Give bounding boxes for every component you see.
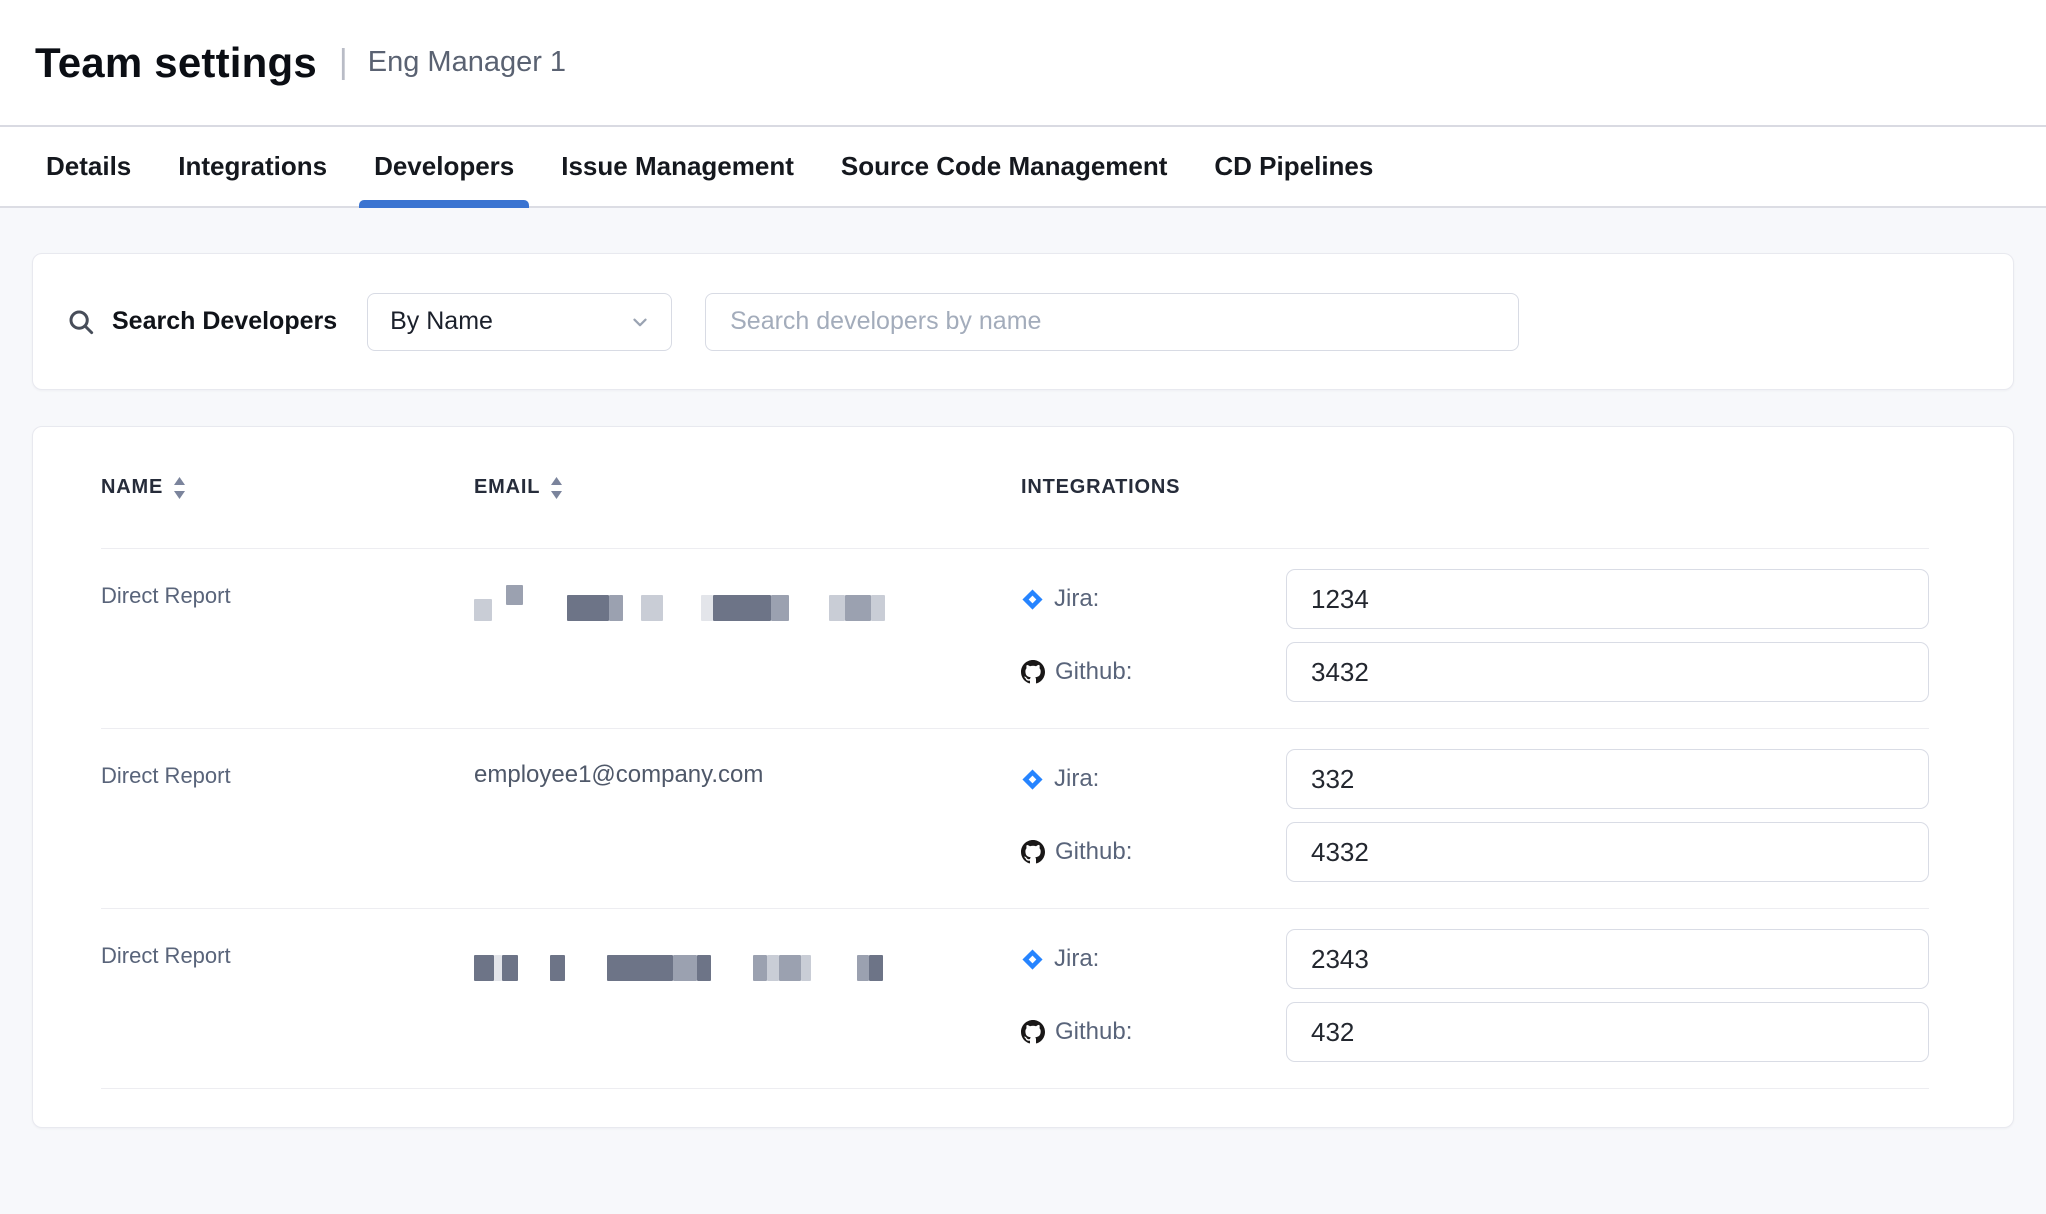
- tab-cd-pipelines[interactable]: CD Pipelines: [1199, 127, 1388, 206]
- column-header-name[interactable]: NAME: [101, 476, 474, 500]
- github-icon: [1021, 660, 1045, 684]
- github-icon: [1021, 1020, 1045, 1044]
- search-icon: [66, 307, 96, 337]
- search-developers-card: Search Developers By Name: [32, 253, 2014, 390]
- chevron-down-icon: [629, 311, 651, 333]
- github-id-input[interactable]: [1286, 1002, 1929, 1062]
- tab-developers[interactable]: Developers: [359, 127, 529, 206]
- jira-field-row: Jira:: [1021, 569, 1929, 629]
- column-header-integrations: INTEGRATIONS: [1021, 476, 1929, 499]
- tab-source-code-management-label: Source Code Management: [841, 151, 1168, 182]
- jira-icon: [1021, 948, 1044, 971]
- developer-email-redacted: [474, 909, 1021, 1088]
- table-row: Direct Report: [101, 909, 1929, 1089]
- integrations-cell: Jira: Github:: [1021, 909, 1929, 1088]
- column-header-email[interactable]: EMAIL: [474, 476, 1021, 500]
- github-id-input[interactable]: [1286, 642, 1929, 702]
- sort-icon[interactable]: [173, 476, 186, 500]
- page-title: Team settings: [35, 39, 317, 87]
- search-filter-selected-value: By Name: [390, 307, 493, 336]
- team-name-subtitle: Eng Manager 1: [368, 46, 566, 79]
- jira-id-input[interactable]: [1286, 929, 1929, 989]
- jira-label-group: Jira:: [1021, 945, 1286, 973]
- tab-cd-pipelines-label: CD Pipelines: [1214, 151, 1373, 182]
- tab-details-label: Details: [46, 151, 131, 182]
- developer-email-redacted: [474, 549, 1021, 728]
- table-header-row: NAME EMAIL: [101, 427, 1929, 549]
- jira-label-group: Jira:: [1021, 765, 1286, 793]
- tab-bar: Details Integrations Developers Issue Ma…: [0, 127, 2046, 208]
- jira-label: Jira:: [1054, 585, 1099, 613]
- developer-name: Direct Report: [101, 909, 474, 1088]
- developer-email: employee1@company.com: [474, 729, 1021, 908]
- github-field-row: Github:: [1021, 822, 1929, 882]
- redacted-email-pixelation: [474, 581, 1021, 621]
- jira-label-group: Jira:: [1021, 585, 1286, 613]
- tab-issue-management[interactable]: Issue Management: [546, 127, 809, 206]
- github-field-row: Github:: [1021, 1002, 1929, 1062]
- column-header-email-label: EMAIL: [474, 476, 540, 499]
- tab-issue-management-label: Issue Management: [561, 151, 794, 182]
- jira-field-row: Jira:: [1021, 749, 1929, 809]
- title-divider: |: [339, 43, 348, 82]
- search-developers-label: Search Developers: [112, 307, 337, 336]
- developers-table-card: NAME EMAIL: [32, 426, 2014, 1128]
- integrations-cell: Jira: Github:: [1021, 549, 1929, 728]
- tab-active-underline: [359, 200, 529, 208]
- table-row: Direct Report: [101, 549, 1929, 729]
- column-header-name-label: NAME: [101, 476, 163, 499]
- integrations-cell: Jira: Github:: [1021, 729, 1929, 908]
- team-settings-page: Team settings | Eng Manager 1 Details In…: [0, 0, 2046, 1214]
- tab-source-code-management[interactable]: Source Code Management: [826, 127, 1183, 206]
- github-label: Github:: [1055, 1018, 1132, 1046]
- search-filter-dropdown[interactable]: By Name: [367, 293, 672, 351]
- table-row: Direct Report employee1@company.com Jira…: [101, 729, 1929, 909]
- tab-integrations[interactable]: Integrations: [163, 127, 342, 206]
- github-label-group: Github:: [1021, 1018, 1286, 1046]
- github-field-row: Github:: [1021, 642, 1929, 702]
- sort-icon[interactable]: [550, 476, 563, 500]
- column-header-integrations-label: INTEGRATIONS: [1021, 476, 1180, 499]
- tab-developers-label: Developers: [374, 151, 514, 182]
- redacted-email-pixelation: [474, 941, 1021, 981]
- github-icon: [1021, 840, 1045, 864]
- page-header: Team settings | Eng Manager 1: [0, 0, 2046, 127]
- developer-name: Direct Report: [101, 549, 474, 728]
- developer-name: Direct Report: [101, 729, 474, 908]
- content-area: Search Developers By Name NAME: [0, 253, 2046, 1128]
- jira-icon: [1021, 588, 1044, 611]
- github-label: Github:: [1055, 658, 1132, 686]
- jira-id-input[interactable]: [1286, 569, 1929, 629]
- tab-integrations-label: Integrations: [178, 151, 327, 182]
- tab-details[interactable]: Details: [31, 127, 146, 206]
- jira-icon: [1021, 768, 1044, 791]
- jira-label: Jira:: [1054, 765, 1099, 793]
- github-label: Github:: [1055, 838, 1132, 866]
- search-developers-input[interactable]: [705, 293, 1519, 351]
- github-id-input[interactable]: [1286, 822, 1929, 882]
- github-label-group: Github:: [1021, 838, 1286, 866]
- jira-field-row: Jira:: [1021, 929, 1929, 989]
- github-label-group: Github:: [1021, 658, 1286, 686]
- jira-label: Jira:: [1054, 945, 1099, 973]
- jira-id-input[interactable]: [1286, 749, 1929, 809]
